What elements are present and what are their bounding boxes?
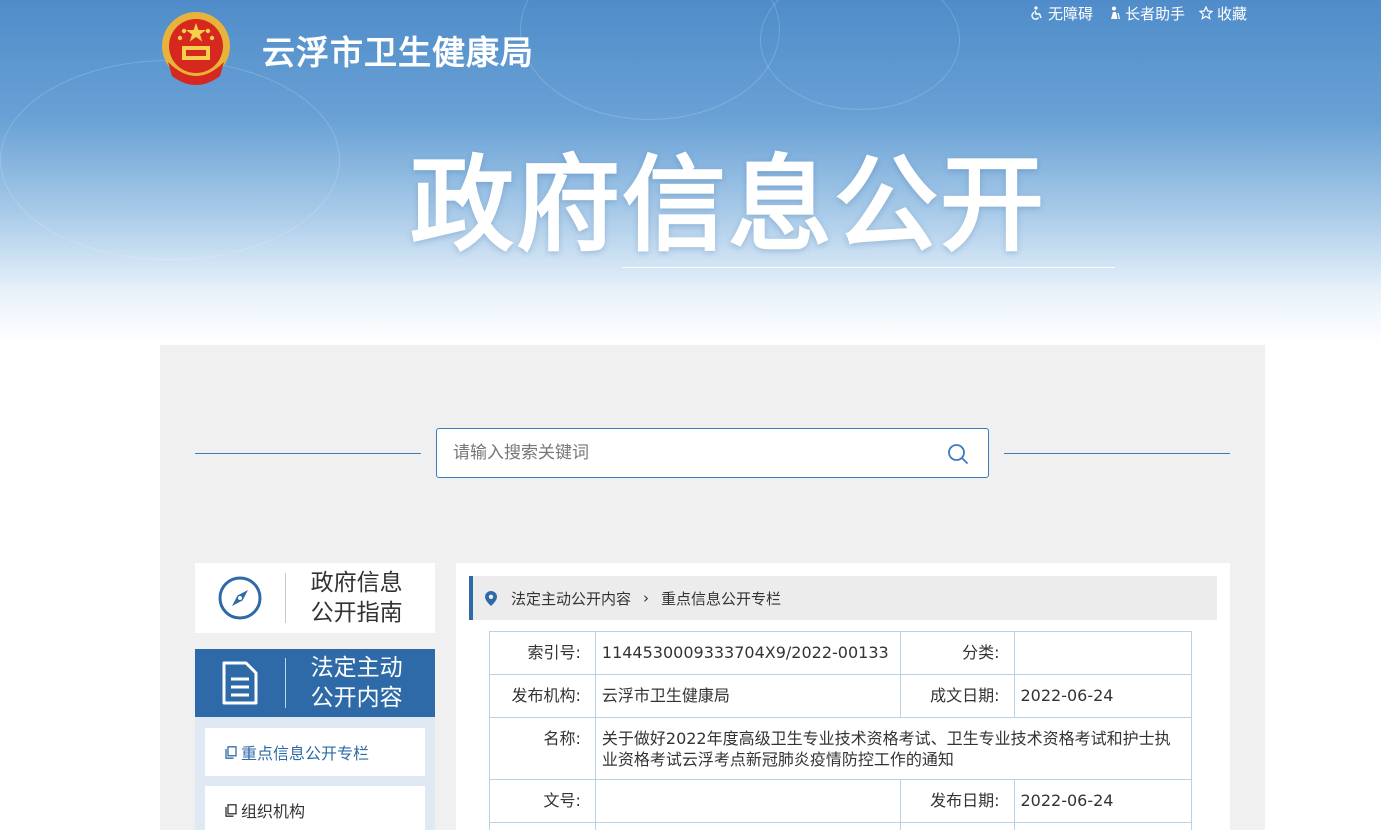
table-row: 索引号: 1144530009333704X9/2022-00133 分类: (489, 631, 1192, 675)
national-emblem-logo (160, 10, 232, 86)
favorite-link[interactable]: 收藏 (1199, 3, 1247, 23)
sidebar-active-label-line2: 公开内容 (310, 685, 403, 711)
page-title: 政府信息公开 (410, 144, 1047, 266)
created-date-label: 成文日期: (899, 674, 1015, 718)
created-date-value: 2022-06-24 (1013, 674, 1192, 718)
search-input[interactable] (437, 429, 927, 477)
accessibility-label: 无障碍 (1048, 4, 1094, 23)
banner-decoration (0, 60, 340, 260)
banner-decoration (520, 0, 780, 120)
sidebar-active-label: 法定主动 公开内容 (286, 653, 435, 713)
table-row (489, 822, 1192, 830)
sidebar-guide-label-line2: 公开指南 (310, 600, 403, 626)
category-value (1013, 631, 1192, 675)
elderly-helper-icon (1111, 6, 1121, 20)
document-icon (222, 661, 258, 705)
sidebar-item-label: 重点信息公开专栏 (241, 744, 370, 763)
content-area: 法定主动公开内容 › 重点信息公开专栏 索引号: 114453000933370… (456, 563, 1230, 830)
index-label: 索引号: (489, 631, 596, 675)
header-banner: 云浮市卫生健康局 无障碍 长者助手 收藏 政府信息公开 (0, 0, 1381, 345)
breadcrumb-item-key-info[interactable]: 重点信息公开专栏 (661, 588, 781, 609)
site-title[interactable]: 云浮市卫生健康局 (262, 26, 534, 74)
table-row: 文号: 发布日期: 2022-06-24 (489, 779, 1192, 823)
search-icon (948, 444, 968, 464)
search-box (436, 428, 989, 478)
accessibility-link[interactable]: 无障碍 (1030, 3, 1093, 23)
sidebar-item-guide[interactable]: 政府信息 公开指南 (195, 563, 435, 633)
title-divider (622, 267, 1115, 268)
statutory-icon-wrap (195, 660, 285, 706)
search-divider-right (1004, 453, 1230, 454)
sidebar-guide-label-line1: 政府信息 (310, 570, 403, 596)
document-info-table: 索引号: 1144530009333704X9/2022-00133 分类: 发… (489, 631, 1193, 830)
sidebar-sub-list: 重点信息公开专栏 组织机构 (195, 717, 435, 830)
sidebar-active-label-line1: 法定主动 (310, 655, 403, 681)
sidebar-item-key-info[interactable]: 重点信息公开专栏 (205, 728, 425, 776)
name-value: 关于做好2022年度高级卫生专业技术资格考试、卫生专业技术资格考试和护士执业资格… (594, 717, 1193, 780)
elderly-helper-link[interactable]: 长者助手 (1107, 3, 1185, 23)
table-cell (594, 822, 901, 830)
compass-icon (218, 576, 262, 620)
top-utility-links: 无障碍 长者助手 收藏 (1030, 3, 1247, 23)
name-label: 名称: (489, 717, 596, 780)
location-pin-icon (485, 590, 497, 606)
published-date-value: 2022-06-24 (1013, 779, 1192, 823)
publisher-label: 发布机构: (489, 674, 596, 718)
index-value: 1144530009333704X9/2022-00133 (594, 631, 901, 675)
star-icon (1199, 6, 1214, 20)
copy-icon (225, 803, 237, 817)
chevron-right-icon: › (643, 589, 650, 607)
table-cell (489, 822, 596, 830)
sidebar-item-statutory-content[interactable]: 法定主动 公开内容 (195, 649, 435, 717)
breadcrumb: 法定主动公开内容 › 重点信息公开专栏 (469, 576, 1217, 620)
favorite-label: 收藏 (1217, 4, 1248, 23)
accessibility-icon (1031, 6, 1042, 20)
guide-icon-wrap (195, 575, 285, 621)
table-row: 发布机构: 云浮市卫生健康局 成文日期: 2022-06-24 (489, 674, 1192, 718)
breadcrumb-item-statutory[interactable]: 法定主动公开内容 (511, 588, 631, 609)
search-divider-left (195, 453, 421, 454)
elderly-helper-label: 长者助手 (1125, 4, 1186, 23)
copy-icon (225, 745, 237, 759)
publisher-value: 云浮市卫生健康局 (594, 674, 901, 718)
main-panel: 政府信息 公开指南 法定主动 公开内容 重点信息公开专栏 (160, 345, 1265, 830)
sidebar-item-label: 组织机构 (241, 802, 306, 821)
sidebar-guide-label: 政府信息 公开指南 (286, 568, 435, 628)
published-date-label: 发布日期: (899, 779, 1015, 823)
doc-number-label: 文号: (489, 779, 596, 823)
search-button[interactable] (946, 442, 970, 466)
sidebar-item-organization[interactable]: 组织机构 (205, 786, 425, 830)
banner-decoration (760, 0, 960, 110)
table-cell (1013, 822, 1192, 830)
category-label: 分类: (899, 631, 1015, 675)
doc-number-value (594, 779, 901, 823)
table-cell (899, 822, 1015, 830)
table-row: 名称: 关于做好2022年度高级卫生专业技术资格考试、卫生专业技术资格考试和护士… (489, 717, 1193, 780)
